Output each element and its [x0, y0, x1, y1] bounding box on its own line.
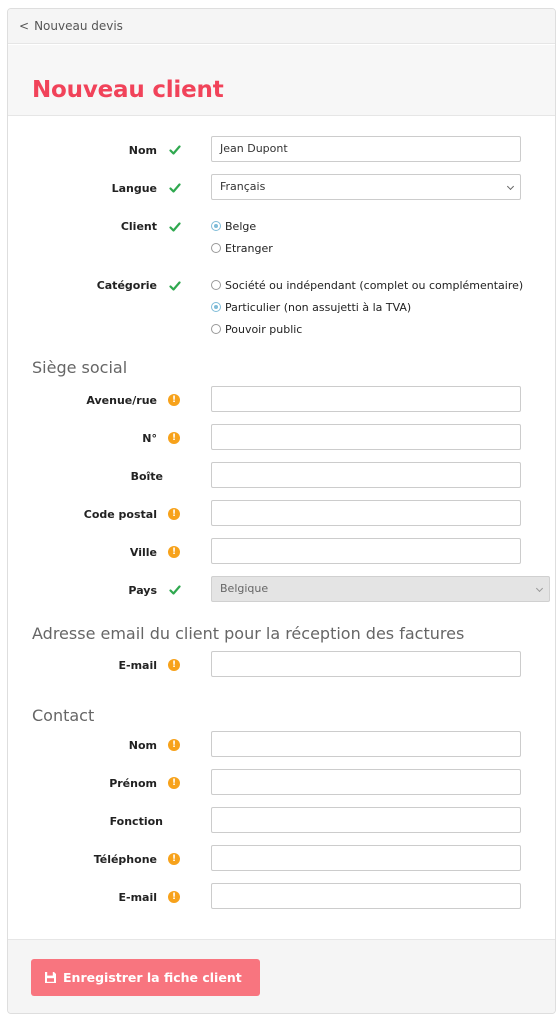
chevron-left-icon: < — [19, 19, 30, 33]
avenue-field[interactable] — [211, 386, 521, 412]
warning-icon: ! — [168, 659, 180, 671]
breadcrumb-label: Nouveau devis — [34, 19, 123, 33]
contact-nom-field[interactable] — [211, 731, 521, 757]
code-postal-field[interactable] — [211, 500, 521, 526]
check-icon — [169, 221, 181, 233]
contact-prenom-field[interactable] — [211, 769, 521, 795]
check-icon — [169, 144, 181, 156]
radio-label: Particulier (non assujetti à la TVA) — [225, 301, 412, 314]
label-avenue: Avenue/rue — [86, 394, 157, 407]
warning-icon: ! — [168, 432, 180, 444]
label-code-postal: Code postal — [83, 508, 157, 521]
warning-icon: ! — [168, 891, 180, 903]
warning-icon: ! — [168, 546, 180, 558]
label-contact-nom: Nom — [128, 739, 157, 752]
radio-unselected-icon — [211, 324, 221, 334]
radio-belge[interactable]: Belge — [211, 220, 256, 234]
section-title-contact: Contact — [32, 706, 95, 725]
radio-label: Etranger — [225, 242, 273, 255]
section-title-siege: Siège social — [32, 358, 128, 377]
client-form-panel: < Nouveau devis Nouveau client Nom Jean D… — [7, 8, 556, 1014]
label-pays: Pays — [128, 584, 157, 597]
contact-telephone-field[interactable] — [211, 845, 521, 871]
label-client: Client — [120, 220, 157, 233]
warning-icon: ! — [168, 508, 180, 520]
section-title-facturation: Adresse email du client pour la réceptio… — [32, 624, 465, 643]
check-icon — [169, 280, 181, 292]
nom-field[interactable]: Jean Dupont — [211, 136, 521, 162]
radio-selected-icon — [211, 302, 221, 312]
facturation-email-field[interactable] — [211, 651, 521, 677]
save-client-button[interactable]: Enregistrer la fiche client — [31, 959, 260, 996]
radio-etranger[interactable]: Etranger — [211, 242, 273, 256]
radio-label: Pouvoir public — [225, 323, 303, 336]
numero-field[interactable] — [211, 424, 521, 450]
label-boite: Boîte — [130, 470, 163, 483]
label-numero: N° — [142, 432, 157, 445]
breadcrumb[interactable]: < Nouveau devis — [8, 9, 555, 44]
contact-email-field[interactable] — [211, 883, 521, 909]
radio-pouvoir-public[interactable]: Pouvoir public — [211, 323, 302, 337]
check-icon — [169, 182, 181, 194]
pays-select[interactable]: Belgique — [211, 576, 550, 602]
label-ville: Ville — [129, 546, 157, 559]
ville-field[interactable] — [211, 538, 521, 564]
boite-field[interactable] — [211, 462, 521, 488]
langue-select[interactable]: Français — [211, 174, 521, 200]
radio-societe[interactable]: Société ou indépendant (complet ou compl… — [211, 279, 523, 293]
label-categorie: Catégorie — [96, 279, 157, 292]
label-contact-email: E-mail — [118, 891, 157, 904]
radio-label: Société ou indépendant (complet ou compl… — [225, 279, 524, 292]
radio-label: Belge — [225, 220, 257, 233]
warning-icon: ! — [168, 777, 180, 789]
label-contact-telephone: Téléphone — [93, 853, 157, 866]
form-footer: Enregistrer la fiche client — [8, 939, 555, 1013]
label-nom: Nom — [128, 144, 157, 157]
warning-icon: ! — [168, 394, 180, 406]
save-icon — [44, 961, 57, 998]
radio-particulier[interactable]: Particulier (non assujetti à la TVA) — [211, 301, 411, 315]
check-icon — [169, 584, 181, 596]
label-email: E-mail — [118, 659, 157, 672]
label-contact-prenom: Prénom — [109, 777, 157, 790]
warning-icon: ! — [168, 853, 180, 865]
label-contact-fonction: Fonction — [109, 815, 163, 828]
contact-fonction-field[interactable] — [211, 807, 521, 833]
radio-unselected-icon — [211, 243, 221, 253]
label-langue: Langue — [111, 182, 157, 195]
page-title: Nouveau client — [32, 77, 224, 103]
page-header: Nouveau client — [8, 45, 555, 116]
radio-unselected-icon — [211, 280, 221, 290]
radio-selected-icon — [211, 221, 221, 231]
save-button-label: Enregistrer la fiche client — [63, 970, 242, 985]
warning-icon: ! — [168, 739, 180, 751]
